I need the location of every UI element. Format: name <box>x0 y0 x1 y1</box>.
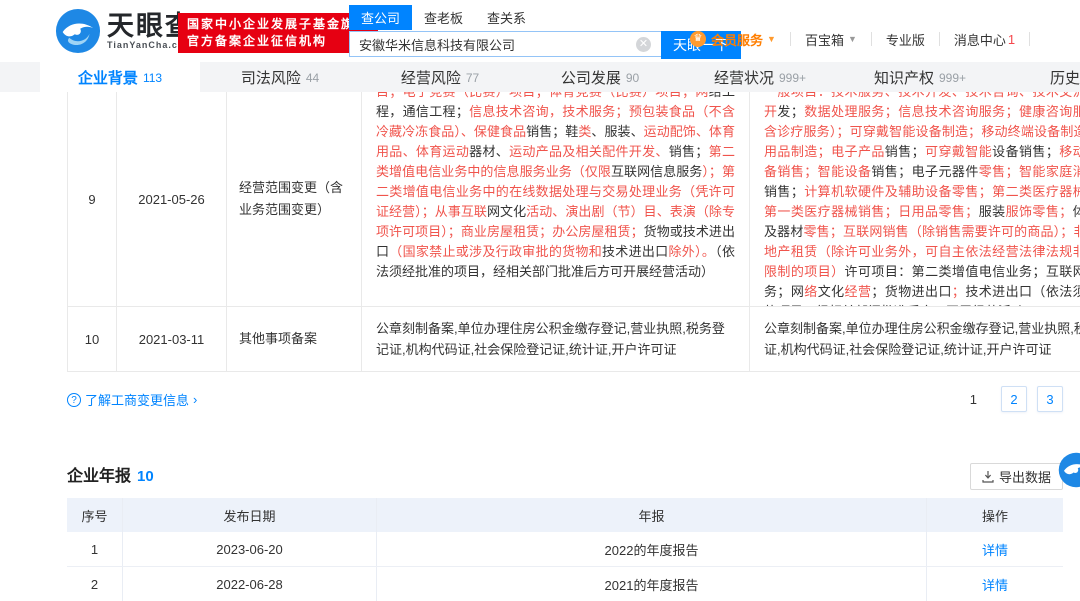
row-seq: 9 <box>67 92 117 306</box>
page-2-button[interactable]: 2 <box>1001 386 1027 412</box>
page-3-button[interactable]: 3 <box>1037 386 1063 412</box>
change-after-cell: 一般项目：技术服务、技术开发、技术咨询、技术交流；软件开发；数据处理服务；信息技… <box>750 92 1080 306</box>
detail-link[interactable]: 详情 <box>982 575 1008 594</box>
scope-text-before: 目；电子竞赛（比赛）项目；体育竞赛（比赛）项目；网络工程，通信工程；信息技术咨询… <box>362 92 749 282</box>
divider <box>1029 32 1030 46</box>
top-menu: ♛ 会员服务 ▼ 百宝箱 ▼ HOT 专业版 消息中心 1 <box>690 28 1080 50</box>
annual-report-table: 序号 发布日期 年报 操作 1 2023-06-20 2022的年度报告 详情 … <box>67 498 1063 601</box>
floating-logo-widget[interactable] <box>1058 452 1080 488</box>
search-area: 查公司 查老板 查关系 ✕ 天眼一下 <box>349 5 741 59</box>
col-header-action: 操作 <box>927 498 1063 532</box>
tab-company-development[interactable]: 公司发展90 <box>520 62 680 92</box>
change-date: 2021-03-11 <box>117 307 227 371</box>
table-header-row: 序号 发布日期 年报 操作 <box>67 498 1063 532</box>
section-nav-tabs: 企业背景113 司法风险44 经营风险77 公司发展90 经营状况999+ 知识… <box>0 62 1080 92</box>
annual-report-header: 企业年报 10 <box>67 462 154 486</box>
table-row: 10 2021-03-11 其他事项备案 公章刻制备案,单位办理住房公积金缴存登… <box>67 307 1080 372</box>
table-row: 9 2021-05-26 经营范围变更（含业务范围变更） 目；电子竞赛（比赛）项… <box>67 92 1080 307</box>
chevron-right-icon: › <box>193 392 197 407</box>
change-before-cell: 公章刻制备案,单位办理住房公积金缴存登记,营业执照,税务登记证,机构代码证,社会… <box>362 307 750 371</box>
change-records-table: 9 2021-05-26 经营范围变更（含业务范围变更） 目；电子竞赛（比赛）项… <box>67 92 1080 372</box>
chevron-down-icon: ▼ <box>767 34 776 44</box>
tab-history-info[interactable]: 历史信息 <box>1000 62 1080 92</box>
section-title: 企业年报 <box>67 462 131 486</box>
page-current[interactable]: 1 <box>970 392 977 407</box>
header: 天眼查 TianYanCha.com 国家中小企业发展子基金旗下 官方备案企业征… <box>0 0 1080 62</box>
gov-certification-badge: 国家中小企业发展子基金旗下 官方备案企业征信机构 <box>178 13 378 53</box>
tab-operation-risk[interactable]: 经营风险77 <box>360 62 520 92</box>
change-type: 其他事项备案 <box>227 307 362 371</box>
col-header-seq: 序号 <box>67 498 123 532</box>
detail-link[interactable]: 详情 <box>982 540 1008 559</box>
tab-company-background[interactable]: 企业背景113 <box>40 62 200 92</box>
search-tab-relation[interactable]: 查关系 <box>475 5 538 30</box>
tianyancha-company-page: 天眼查 TianYanCha.com 国家中小企业发展子基金旗下 官方备案企业征… <box>0 0 1080 601</box>
pagination: 1 2 3 <box>970 386 1063 412</box>
crown-icon: ♛ <box>690 31 706 47</box>
change-date: 2021-05-26 <box>117 92 227 306</box>
section-count: 10 <box>137 468 154 485</box>
search-input[interactable] <box>349 31 661 57</box>
download-icon <box>982 471 994 483</box>
table-row: 1 2023-06-20 2022的年度报告 详情 <box>67 532 1063 567</box>
col-header-report: 年报 <box>377 498 927 532</box>
clear-icon[interactable]: ✕ <box>636 37 651 52</box>
col-header-date: 发布日期 <box>123 498 377 532</box>
message-center-menu[interactable]: 消息中心 1 <box>954 30 1015 49</box>
toolbox-menu[interactable]: 百宝箱 ▼ HOT <box>805 30 857 49</box>
change-type: 经营范围变更（含业务范围变更） <box>227 92 362 306</box>
brand-logo[interactable]: 天眼查 TianYanCha.com <box>55 8 194 54</box>
chevron-down-icon: ▼ <box>848 34 857 44</box>
vip-service-menu[interactable]: ♛ 会员服务 ▼ <box>690 30 776 49</box>
table-row: 2 2022-06-28 2021的年度报告 详情 <box>67 567 1063 601</box>
tab-operating-status[interactable]: 经营状况999+ <box>680 62 840 92</box>
message-count-badge: 1 <box>1008 32 1015 47</box>
change-before-cell: 目；电子竞赛（比赛）项目；体育竞赛（比赛）项目；网络工程，通信工程；信息技术咨询… <box>362 92 750 306</box>
tab-judicial-risk[interactable]: 司法风险44 <box>200 62 360 92</box>
search-tab-boss[interactable]: 查老板 <box>412 5 475 30</box>
divider <box>871 32 872 46</box>
divider <box>939 32 940 46</box>
tianyancha-logo-icon <box>55 8 101 54</box>
divider <box>790 32 791 46</box>
question-circle-icon: ? <box>67 393 81 407</box>
export-data-button[interactable]: 导出数据 <box>970 463 1063 490</box>
learn-change-info-link[interactable]: ? 了解工商变更信息 › <box>67 390 197 409</box>
row-seq: 10 <box>67 307 117 371</box>
scope-text-after: 一般项目：技术服务、技术开发、技术咨询、技术交流；软件开发；数据处理服务；信息技… <box>750 92 1080 306</box>
search-tabs: 查公司 查老板 查关系 <box>349 5 741 30</box>
change-after-cell: 公章刻制备案,单位办理住房公积金缴存登记,营业执照,税务登记证,机构代码证,社会… <box>750 307 1080 371</box>
pro-version-menu[interactable]: 专业版 <box>886 30 925 49</box>
tab-intellectual-property[interactable]: 知识产权999+ <box>840 62 1000 92</box>
search-tab-company[interactable]: 查公司 <box>349 5 412 30</box>
